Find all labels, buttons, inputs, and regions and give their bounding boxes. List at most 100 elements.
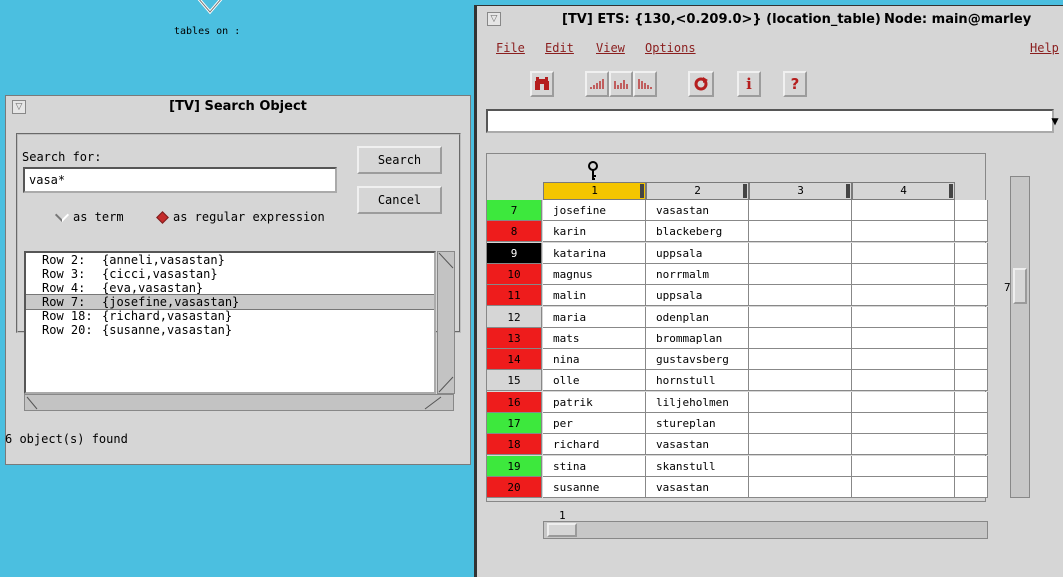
- row-number[interactable]: 18: [487, 434, 542, 456]
- as-regex-radio[interactable]: as regular expression: [156, 210, 325, 224]
- result-row[interactable]: Row 7: {josefine,vasastan}: [26, 294, 434, 310]
- table-cell[interactable]: [955, 434, 988, 456]
- table-cell[interactable]: [749, 327, 852, 349]
- table-cell[interactable]: magnus: [543, 263, 646, 285]
- chevron-down-icon[interactable]: ▼: [1044, 110, 1063, 132]
- table-cell[interactable]: [749, 476, 852, 498]
- refresh-icon[interactable]: [688, 71, 714, 97]
- results-horizontal-scrollbar[interactable]: [24, 394, 454, 411]
- horizontal-scroll-thumb[interactable]: [547, 523, 577, 537]
- column-header-2[interactable]: 2: [646, 182, 749, 200]
- row-number[interactable]: 20: [487, 476, 542, 498]
- table-cell[interactable]: norrmalm: [646, 263, 749, 285]
- window-menu-button[interactable]: ▽: [487, 12, 501, 26]
- row-number[interactable]: 14: [487, 349, 542, 371]
- table-cell[interactable]: [749, 306, 852, 328]
- table-cell[interactable]: katarina: [543, 242, 646, 264]
- result-row[interactable]: Row 18: {richard,vasastan}: [26, 309, 434, 323]
- search-button[interactable]: Search: [357, 146, 442, 174]
- table-cell[interactable]: josefine: [543, 200, 646, 221]
- table-cell[interactable]: [955, 476, 988, 498]
- results-list[interactable]: Row 2: {anneli,vasastan} Row 3: {cicci,vasa…: [24, 251, 436, 394]
- table-cell[interactable]: blackeberg: [646, 221, 749, 243]
- table-cell[interactable]: karin: [543, 221, 646, 243]
- table-cell[interactable]: [749, 370, 852, 392]
- table-cell[interactable]: [955, 306, 988, 328]
- table-cell[interactable]: uppsala: [646, 285, 749, 307]
- table-cell[interactable]: [852, 370, 955, 392]
- table-cell[interactable]: stina: [543, 455, 646, 477]
- table-cell[interactable]: [852, 455, 955, 477]
- row-number[interactable]: 9: [487, 242, 542, 264]
- menu-file[interactable]: File: [496, 41, 525, 55]
- search-input[interactable]: [23, 167, 337, 193]
- table-cell[interactable]: maria: [543, 306, 646, 328]
- table-cell[interactable]: [852, 200, 955, 221]
- help-icon[interactable]: ?: [783, 71, 807, 97]
- cancel-button[interactable]: Cancel: [357, 186, 442, 214]
- table-cell[interactable]: [955, 413, 988, 434]
- desktop-icon[interactable]: [190, 0, 230, 18]
- window-menu-button[interactable]: ▽: [12, 100, 26, 114]
- table-cell[interactable]: [749, 455, 852, 477]
- as-term-radio[interactable]: as term: [54, 207, 124, 224]
- table-cell[interactable]: [749, 200, 852, 221]
- column-resize-handle[interactable]: [640, 184, 644, 198]
- table-cell[interactable]: liljeholmen: [646, 391, 749, 413]
- column-header-4[interactable]: 4: [852, 182, 955, 200]
- no-sort-icon[interactable]: [633, 71, 657, 97]
- column-resize-handle[interactable]: [846, 184, 850, 198]
- table-cell[interactable]: [955, 285, 988, 307]
- table-cell[interactable]: [749, 242, 852, 264]
- table-cell[interactable]: [955, 221, 988, 243]
- table-cell[interactable]: vasastan: [646, 200, 749, 221]
- row-number[interactable]: 8: [487, 221, 542, 243]
- table-cell[interactable]: brommaplan: [646, 327, 749, 349]
- table-cell[interactable]: odenplan: [646, 306, 749, 328]
- table-cell[interactable]: [852, 221, 955, 243]
- table-cell[interactable]: [749, 434, 852, 456]
- table-horizontal-scrollbar[interactable]: [543, 521, 988, 539]
- table-cell[interactable]: [955, 349, 988, 371]
- search-window-title[interactable]: ▽ [TV] Search Object: [6, 96, 470, 120]
- table-cell[interactable]: mats: [543, 327, 646, 349]
- column-resize-handle[interactable]: [949, 184, 953, 198]
- table-cell[interactable]: [955, 370, 988, 392]
- table-cell[interactable]: vasastan: [646, 434, 749, 456]
- table-cell[interactable]: [955, 455, 988, 477]
- table-cell[interactable]: vasastan: [646, 476, 749, 498]
- info-icon[interactable]: i: [737, 71, 761, 97]
- table-cell[interactable]: [852, 391, 955, 413]
- row-number[interactable]: 19: [487, 455, 542, 477]
- table-cell[interactable]: [749, 285, 852, 307]
- table-cell[interactable]: [955, 200, 988, 221]
- column-resize-handle[interactable]: [743, 184, 747, 198]
- table-cell[interactable]: nina: [543, 349, 646, 371]
- vertical-scroll-thumb[interactable]: [1013, 268, 1027, 304]
- table-cell[interactable]: uppsala: [646, 242, 749, 264]
- result-row[interactable]: Row 20: {susanne,vasastan}: [26, 323, 434, 337]
- table-cell[interactable]: [852, 476, 955, 498]
- table-cell[interactable]: skanstull: [646, 455, 749, 477]
- table-cell[interactable]: [749, 221, 852, 243]
- sort-ascending-icon[interactable]: [585, 71, 609, 97]
- results-vertical-scrollbar[interactable]: [437, 251, 455, 394]
- menu-edit[interactable]: Edit: [545, 41, 574, 55]
- row-number[interactable]: 16: [487, 391, 542, 413]
- table-cell[interactable]: [852, 285, 955, 307]
- menu-help[interactable]: Help: [1030, 41, 1059, 55]
- table-cell[interactable]: [852, 434, 955, 456]
- filter-combo-input[interactable]: [486, 109, 1054, 133]
- column-header-3[interactable]: 3: [749, 182, 852, 200]
- table-cell[interactable]: [852, 306, 955, 328]
- table-cell[interactable]: [955, 327, 988, 349]
- row-number[interactable]: 13: [487, 327, 542, 349]
- table-cell[interactable]: [852, 413, 955, 434]
- row-number[interactable]: 17: [487, 413, 542, 434]
- table-cell[interactable]: [852, 349, 955, 371]
- row-number[interactable]: 12: [487, 306, 542, 328]
- table-cell[interactable]: [955, 242, 988, 264]
- row-number[interactable]: 11: [487, 285, 542, 307]
- tv-window-title[interactable]: ▽ [TV] ETS: {130,<0.209.0>} (location_ta…: [477, 6, 1063, 34]
- menu-options[interactable]: Options: [645, 41, 696, 55]
